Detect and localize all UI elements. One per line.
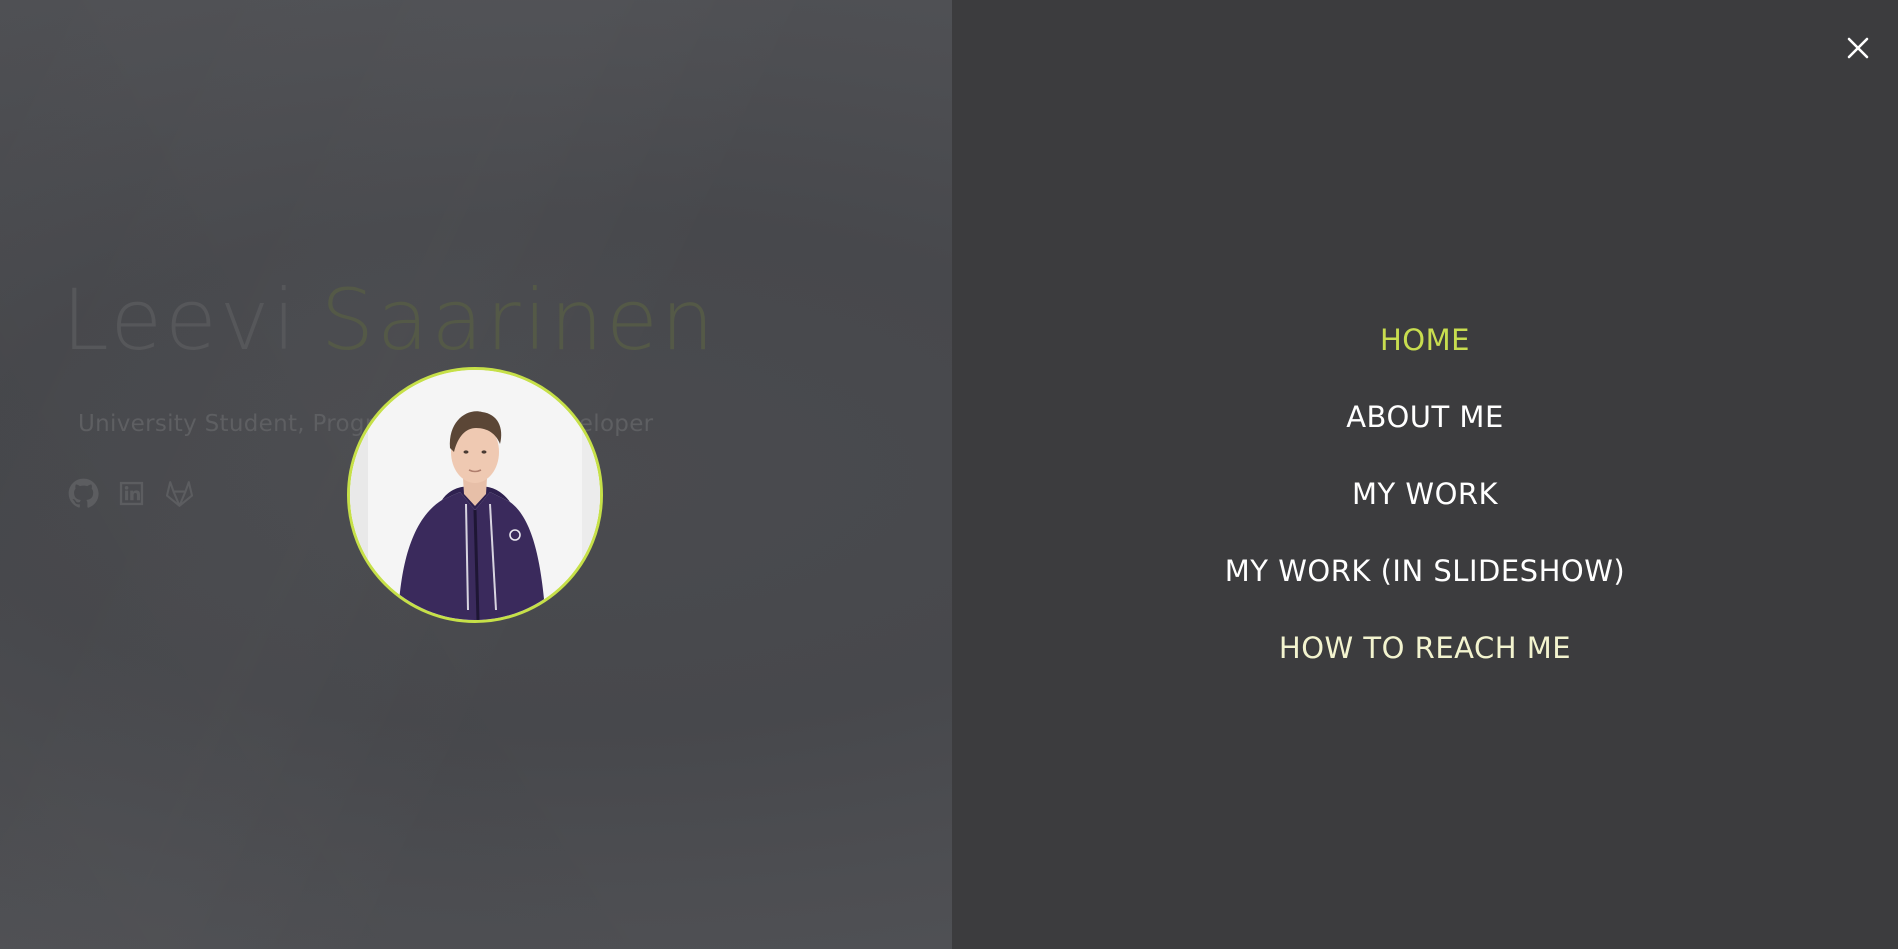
nav-overlay: HOME ABOUT ME MY WORK MY WORK (IN SLIDES… bbox=[952, 0, 1898, 949]
social-links bbox=[68, 478, 195, 509]
linkedin-icon[interactable] bbox=[116, 478, 147, 509]
github-icon[interactable] bbox=[68, 478, 99, 509]
avatar bbox=[347, 367, 603, 623]
nav-menu: HOME ABOUT ME MY WORK MY WORK (IN SLIDES… bbox=[952, 312, 1898, 697]
nav-item-how-to-reach-me[interactable]: HOW TO REACH ME bbox=[952, 620, 1898, 697]
page: Leevi Saarinen University Student, Progra… bbox=[0, 0, 1898, 949]
nav-item-about-me[interactable]: ABOUT ME bbox=[952, 389, 1898, 466]
nav-item-my-work[interactable]: MY WORK bbox=[952, 466, 1898, 543]
hero-first-name: Leevi bbox=[62, 271, 299, 369]
profile-photo bbox=[350, 370, 600, 620]
close-button[interactable] bbox=[1840, 30, 1876, 66]
close-icon[interactable] bbox=[1840, 30, 1876, 66]
nav-item-home[interactable]: HOME bbox=[952, 312, 1898, 389]
hero-last-name: Saarinen bbox=[320, 271, 718, 369]
hero-name: Leevi Saarinen bbox=[62, 278, 717, 362]
nav-item-my-work-slideshow[interactable]: MY WORK (IN SLIDESHOW) bbox=[952, 543, 1898, 620]
gitlab-icon[interactable] bbox=[164, 478, 195, 509]
